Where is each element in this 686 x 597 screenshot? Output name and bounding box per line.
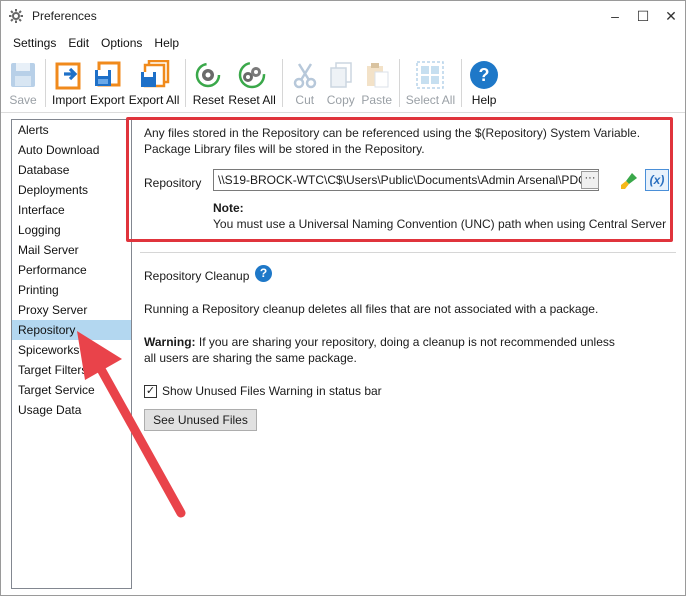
warning-label: Warning: bbox=[144, 335, 196, 349]
export-label: Export bbox=[90, 93, 125, 107]
help-icon: ? bbox=[468, 58, 500, 92]
select-all-icon bbox=[414, 58, 446, 92]
menu-edit[interactable]: Edit bbox=[62, 36, 95, 50]
repository-path-label: Repository bbox=[144, 176, 202, 190]
toolbar: Save Import Export Export All Reset Rese… bbox=[1, 55, 685, 111]
cut-label: Cut bbox=[295, 93, 315, 107]
preferences-list[interactable]: Alerts Auto Download Database Deployment… bbox=[11, 119, 132, 589]
repository-info: Any files stored in the Repository can b… bbox=[144, 125, 664, 157]
note-text: You must use a Universal Naming Conventi… bbox=[213, 217, 667, 231]
menu-options[interactable]: Options bbox=[95, 36, 148, 50]
browse-button[interactable]: ··· bbox=[581, 171, 599, 189]
unused-files-warning-checkbox[interactable]: ✓ bbox=[144, 384, 157, 398]
cleanup-warning: Warning: If you are sharing your reposit… bbox=[144, 334, 624, 366]
save-button[interactable]: Save bbox=[5, 55, 41, 107]
select-all-button[interactable]: Select All bbox=[404, 55, 457, 107]
sidebar-item-target-filters[interactable]: Target Filters bbox=[12, 360, 131, 380]
sidebar-item-auto-download[interactable]: Auto Download bbox=[12, 140, 131, 160]
menu-bar: Settings Edit Options Help bbox=[1, 33, 185, 53]
reset-label: Reset bbox=[192, 93, 225, 107]
preferences-window: Preferences – ☐ ✕ Settings Edit Options … bbox=[0, 0, 686, 596]
export-icon bbox=[91, 58, 123, 92]
sidebar-item-performance[interactable]: Performance bbox=[12, 260, 131, 280]
menu-help[interactable]: Help bbox=[148, 36, 185, 50]
sidebar-item-interface[interactable]: Interface bbox=[12, 200, 131, 220]
svg-text:?: ? bbox=[479, 65, 490, 85]
sidebar-item-repository[interactable]: Repository bbox=[12, 320, 131, 340]
menu-settings[interactable]: Settings bbox=[7, 36, 62, 50]
export-all-label: Export All bbox=[128, 93, 180, 107]
help-button[interactable]: ? Help bbox=[466, 55, 502, 107]
content-area: Alerts Auto Download Database Deployment… bbox=[1, 112, 685, 595]
cleanup-description: Running a Repository cleanup deletes all… bbox=[144, 302, 599, 316]
toolbar-separator bbox=[461, 59, 463, 107]
import-label: Import bbox=[52, 93, 87, 107]
sidebar-item-logging[interactable]: Logging bbox=[12, 220, 131, 240]
close-button[interactable]: ✕ bbox=[657, 1, 685, 31]
brush-icon[interactable] bbox=[619, 171, 639, 191]
import-button[interactable]: Import bbox=[50, 55, 88, 107]
export-all-button[interactable]: Export All bbox=[127, 55, 182, 107]
sidebar-item-database[interactable]: Database bbox=[12, 160, 131, 180]
checkbox-label: Show Unused Files Warning in status bar bbox=[162, 384, 382, 398]
reset-icon bbox=[192, 58, 224, 92]
see-unused-files-button[interactable]: See Unused Files bbox=[144, 409, 257, 431]
cut-button[interactable]: Cut bbox=[287, 55, 323, 107]
reset-button[interactable]: Reset bbox=[190, 55, 226, 107]
sidebar-item-proxy-server[interactable]: Proxy Server bbox=[12, 300, 131, 320]
help-label: Help bbox=[471, 93, 497, 107]
sidebar-item-target-service[interactable]: Target Service bbox=[12, 380, 131, 400]
divider bbox=[140, 252, 676, 253]
paste-icon bbox=[361, 58, 393, 92]
repository-path-input[interactable]: \\S19-BROCK-WTC\C$\Users\Public\Document… bbox=[213, 169, 599, 191]
note-title: Note: bbox=[213, 201, 244, 215]
reset-all-button[interactable]: Reset All bbox=[226, 55, 277, 107]
toolbar-separator bbox=[45, 59, 46, 107]
cut-icon bbox=[289, 58, 321, 92]
sidebar-item-alerts[interactable]: Alerts bbox=[12, 120, 131, 140]
gear-icon bbox=[8, 8, 24, 24]
sidebar-item-deployments[interactable]: Deployments bbox=[12, 180, 131, 200]
copy-button[interactable]: Copy bbox=[323, 55, 359, 107]
import-icon bbox=[53, 58, 85, 92]
help-icon[interactable]: ? bbox=[255, 265, 272, 282]
variable-button[interactable]: (x) bbox=[645, 169, 669, 191]
sidebar-item-usage-data[interactable]: Usage Data bbox=[12, 400, 131, 420]
select-all-label: Select All bbox=[405, 93, 456, 107]
sidebar-item-printing[interactable]: Printing bbox=[12, 280, 131, 300]
copy-label: Copy bbox=[326, 93, 355, 107]
repository-panel: Any files stored in the Repository can b… bbox=[126, 117, 676, 595]
toolbar-separator bbox=[185, 59, 187, 107]
toolbar-separator bbox=[281, 59, 283, 107]
title-bar: Preferences – ☐ ✕ bbox=[1, 1, 685, 31]
paste-label: Paste bbox=[361, 93, 393, 107]
repository-info-line1: Any files stored in the Repository can b… bbox=[144, 126, 641, 140]
paste-button[interactable]: Paste bbox=[359, 55, 395, 107]
window-title: Preferences bbox=[32, 9, 97, 23]
save-icon bbox=[7, 58, 39, 92]
sidebar-item-spiceworks[interactable]: Spiceworks bbox=[12, 340, 131, 360]
save-label: Save bbox=[9, 93, 37, 107]
export-all-icon bbox=[138, 58, 170, 92]
copy-icon bbox=[325, 58, 357, 92]
repository-info-line2: Package Library files will be stored in … bbox=[144, 142, 425, 156]
export-button[interactable]: Export bbox=[88, 55, 127, 107]
maximize-button[interactable]: ☐ bbox=[629, 1, 657, 31]
sidebar-item-mail-server[interactable]: Mail Server bbox=[12, 240, 131, 260]
toolbar-separator bbox=[398, 59, 400, 107]
reset-all-label: Reset All bbox=[228, 93, 276, 107]
cleanup-title: Repository Cleanup bbox=[144, 269, 250, 283]
reset-all-icon bbox=[236, 58, 268, 92]
warning-text: If you are sharing your repository, doin… bbox=[144, 335, 615, 365]
minimize-button[interactable]: – bbox=[601, 1, 629, 31]
unused-files-warning-option[interactable]: ✓ Show Unused Files Warning in status ba… bbox=[144, 384, 382, 398]
